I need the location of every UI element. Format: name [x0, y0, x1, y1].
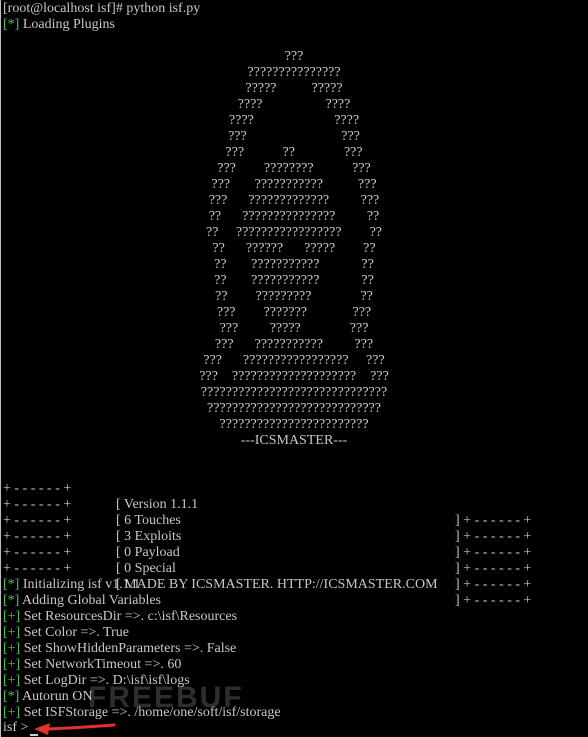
banner-border-right: ] + - - - - - - + [455, 576, 532, 592]
ascii-art-line: ?? ??????????? ?? [214, 257, 374, 272]
ascii-art-line: ??? ????????????? ??? [208, 193, 380, 208]
ascii-art-line: ?? ??????????? ?? [214, 273, 374, 288]
watermark-logo: FREEBUF [88, 681, 244, 714]
banner-row: + - - - - - - + [ 0 Payload ] + - - - - … [3, 513, 583, 576]
loading-line: [*] Loading Plugins [3, 17, 115, 33]
ascii-art-line: ??? ??? [228, 129, 360, 144]
banner-row: + - - - - - - + [ 0 Special ] + - - - - … [3, 529, 583, 592]
log-line: [+] Set NetworkTimeout =>. 60 [3, 657, 181, 673]
ascii-art-line: ?????????????????????????????? [200, 385, 388, 400]
ascii-art-line: ???? ???? [228, 113, 360, 128]
log-line: [*] Adding Global Variables [3, 593, 161, 609]
ascii-art-line: ??? ????????????????? ??? [203, 353, 385, 368]
status-tag: [+] [3, 609, 21, 624]
status-tag: [+] [3, 705, 21, 720]
status-tag: [+] [3, 657, 21, 672]
ascii-art-line: ??? ??????? ??? [216, 305, 372, 320]
ascii-art-title: ---ICSMASTER--- [240, 433, 348, 448]
banner-border-right: ] + - - - - - - + [455, 592, 532, 608]
log-line: [+] Set Color =>. True [3, 625, 129, 641]
banner-border-left: + - - - - - - + [3, 560, 72, 576]
log-line: [+] Set ResourcesDir =>. c:\isf\Resource… [3, 609, 237, 625]
ascii-art-line: ???????????????????????????? [207, 401, 381, 416]
ascii-art-line: ??????????????? [247, 65, 341, 80]
ascii-art-line: ??? ??????????? ??? [211, 177, 377, 192]
banner-text: [ MADE BY ICSMASTER. HTTP://ICSMASTER.CO… [116, 576, 438, 592]
log-text: Set ShowHiddenParameters =>. False [20, 641, 237, 656]
banner-row: + - - - - - - + [ 3 Exploits ] + - - - -… [3, 497, 583, 560]
ascii-art-line: ?? ????????????????? ?? [206, 225, 382, 240]
prompt-text: isf > [3, 720, 29, 735]
banner-border-right: ] + - - - - - - + [455, 560, 532, 576]
status-tag: [+] [3, 673, 21, 688]
log-text: Set ResourcesDir =>. c:\isf\Resources [20, 609, 238, 624]
ascii-art-line: ???????????????????????? [219, 417, 369, 432]
banner-row: + - - - - - - + [ 6 Touches ] + - - - - … [3, 481, 583, 544]
banner-row: + - - - - - - + [ Version 1.1.1 ] + - - … [3, 465, 583, 528]
status-tag: [+] [3, 641, 21, 656]
ascii-art-line: ??? ???????????????????? ??? [199, 369, 389, 384]
ascii-art-line: ?? ??????????????? ?? [208, 209, 380, 224]
log-line: [*] Initializing isf v1.1.1 [3, 577, 140, 593]
log-line: [+] Set ShowHiddenParameters =>. False [3, 641, 236, 657]
red-arrow-icon [34, 723, 116, 735]
ascii-art-line: ???? ???? [237, 97, 351, 112]
ascii-art-line: ??? ???????? ??? [217, 161, 371, 176]
ascii-art-line: ??? ?? ??? [225, 145, 363, 160]
command-line: [root@localhost isf]# python isf.py [3, 1, 201, 16]
terminal-window[interactable]: [root@localhost isf]# python isf.py [*] … [0, 0, 588, 737]
ascii-art-line: ??? ??????????? ??? [214, 337, 374, 352]
log-text: Autorun ON [19, 689, 93, 704]
status-tag: [*] [3, 689, 20, 704]
status-tag: [+] [3, 625, 21, 640]
status-tag: [*] [3, 593, 20, 608]
status-tag: [*] [3, 577, 20, 592]
ascii-art-line: ????? ????? [245, 81, 343, 96]
banner-row: + - - - - - - + [ MADE BY ICSMASTER. HTT… [3, 545, 583, 608]
ascii-art-line: ?? ????????? ?? [215, 289, 373, 304]
status-tag: [*] [3, 17, 20, 32]
status-text: Loading Plugins [19, 17, 115, 32]
log-text: Initializing isf v1.1.1 [19, 577, 141, 592]
log-text: Set Color =>. True [20, 625, 129, 640]
ascii-art-line: ??? ????? ??? [219, 321, 369, 336]
ascii-art-line: ?? ?????? ????? ?? [212, 241, 376, 256]
banner-text: [ 0 Special [116, 560, 176, 576]
log-text: Adding Global Variables [19, 593, 161, 608]
ascii-art-line: ??? [284, 49, 304, 64]
log-line: [*] Autorun ON [3, 689, 92, 705]
log-text: Set NetworkTimeout =>. 60 [20, 657, 182, 672]
